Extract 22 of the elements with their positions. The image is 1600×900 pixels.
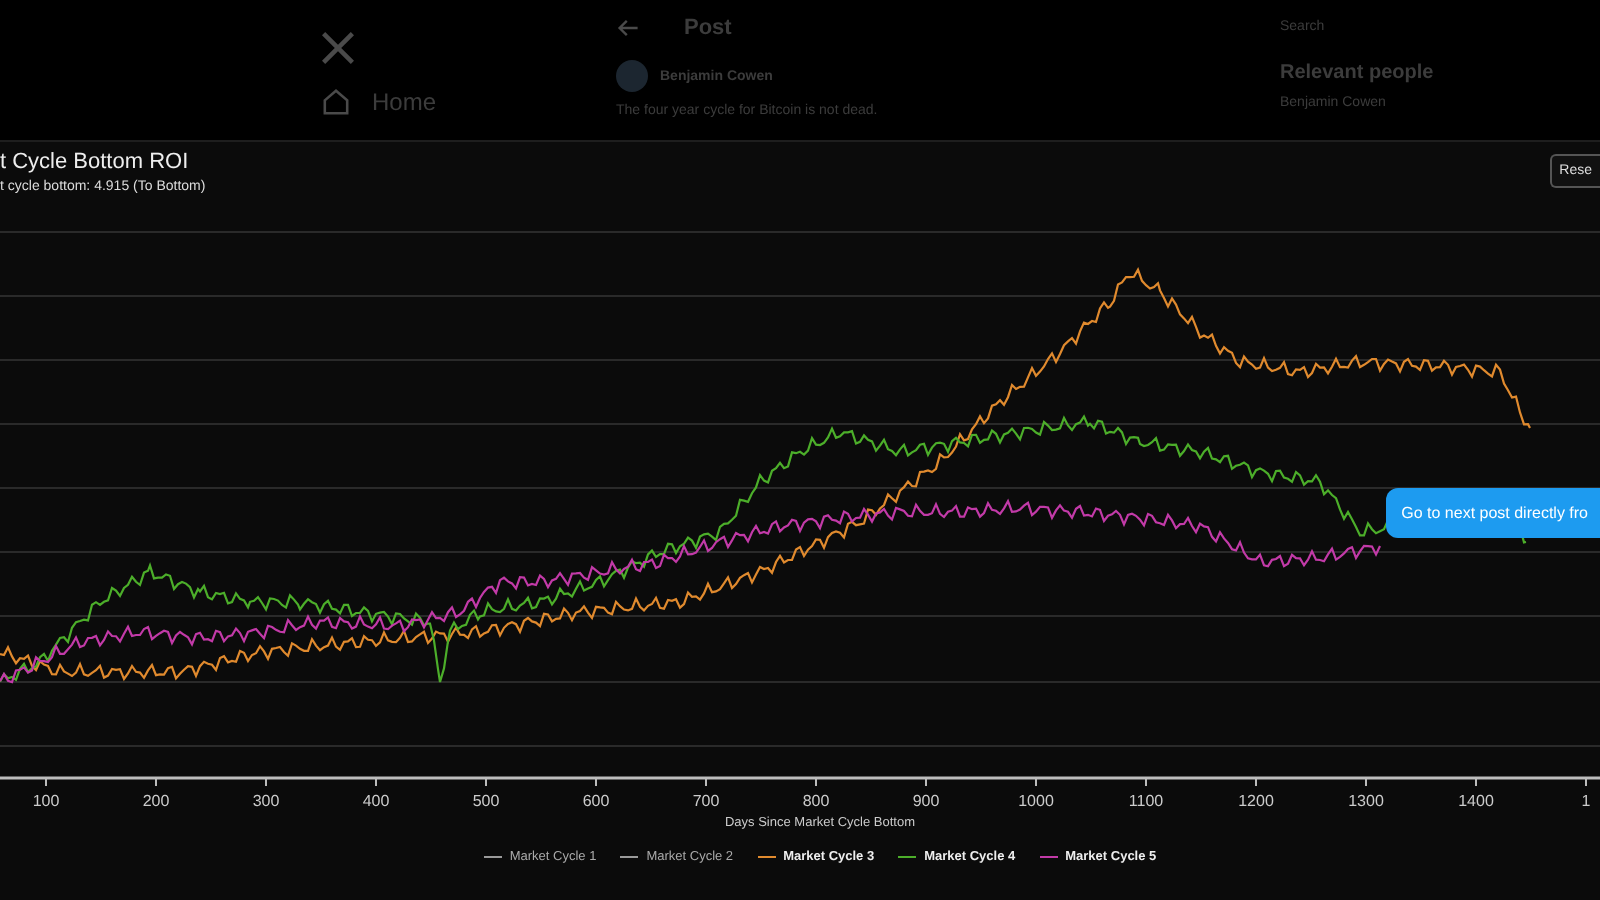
x-logo-icon[interactable] xyxy=(320,30,356,66)
back-arrow-icon[interactable] xyxy=(616,16,640,40)
x-tick-label: 200 xyxy=(142,792,170,810)
x-tick-label: 1200 xyxy=(1238,792,1274,810)
sidebar-heading: Relevant people xyxy=(1280,62,1436,84)
avatar[interactable] xyxy=(616,60,648,92)
x-tick-label: 300 xyxy=(252,792,280,810)
x-tick-label: 400 xyxy=(362,792,390,810)
x-tick-label: 500 xyxy=(472,792,500,810)
x-tick-label: 100 xyxy=(32,792,60,810)
x-tick-label: 1000 xyxy=(1018,792,1054,810)
home-icon xyxy=(320,86,352,118)
x-tick-label: 1300 xyxy=(1348,792,1384,810)
x-tick-label: 1100 xyxy=(1128,792,1164,810)
x-tick-label: 1400 xyxy=(1458,792,1494,810)
x-tick-label: 600 xyxy=(582,792,610,810)
x-tick-label: 800 xyxy=(802,792,830,810)
chart-title: t Cycle Bottom ROI xyxy=(0,150,191,174)
x-tick-label: 900 xyxy=(912,792,940,810)
x-tick-label: 700 xyxy=(692,792,720,810)
post-title: Post xyxy=(684,16,732,40)
x-tick-label: 1 xyxy=(1581,792,1591,810)
